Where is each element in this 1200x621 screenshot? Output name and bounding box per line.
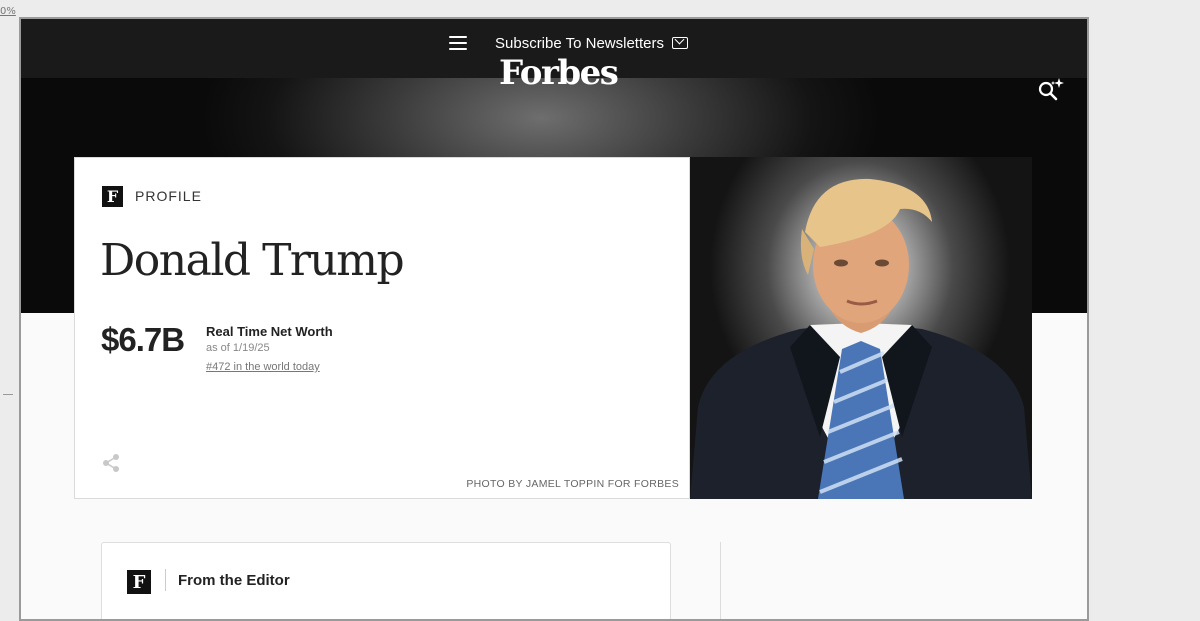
forbes-f-badge: F (102, 186, 123, 207)
forbes-f-badge: F (127, 570, 151, 594)
profile-name: Donald Trump (100, 235, 405, 286)
forbes-logo[interactable]: Forbes (499, 53, 619, 93)
net-worth-value: $6.7B (101, 321, 185, 358)
section-label: PROFILE (135, 188, 202, 204)
net-worth-date: as of 1/19/25 (206, 342, 270, 354)
mail-icon (671, 37, 688, 49)
profile-photo (690, 157, 1032, 499)
editor-title: From the Editor (178, 572, 290, 589)
net-worth-label: Real Time Net Worth (206, 324, 333, 339)
subscribe-label: Subscribe To Newsletters (495, 34, 664, 52)
from-the-editor-card[interactable]: F From the Editor (101, 542, 671, 619)
hamburger-menu-icon[interactable] (447, 33, 471, 53)
subscribe-newsletters-link[interactable]: Subscribe To Newsletters (495, 31, 688, 55)
ai-search-icon[interactable] (1037, 77, 1065, 103)
world-rank-link[interactable]: #472 in the world today (206, 361, 320, 373)
browser-viewport: Subscribe To Newsletters Forbes F PROFIL… (19, 17, 1089, 621)
edge-marker (3, 394, 13, 395)
zoom-indicator: 0% (0, 6, 16, 17)
column-divider (720, 542, 721, 619)
divider (165, 569, 166, 591)
profile-card: F PROFILE Donald Trump $6.7B Real Time N… (74, 157, 690, 499)
share-icon[interactable] (101, 453, 121, 473)
photo-credit: PHOTO BY JAMEL TOPPIN FOR FORBES (466, 478, 679, 490)
